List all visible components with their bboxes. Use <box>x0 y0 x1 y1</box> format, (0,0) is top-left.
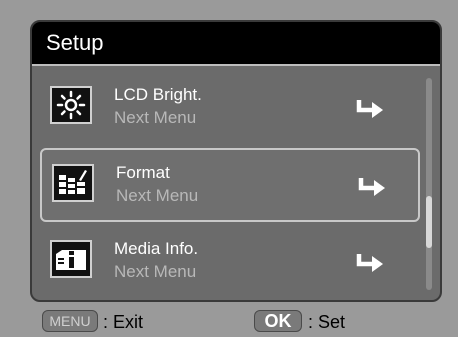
scrollbar-thumb[interactable] <box>426 196 432 248</box>
brightness-icon <box>50 86 92 124</box>
menu-key-badge: MENU <box>42 310 98 332</box>
scrollbar[interactable] <box>426 78 432 290</box>
menu-item-format[interactable]: Format Next Menu <box>40 148 420 222</box>
menu-item-sublabel: Next Menu <box>114 262 197 281</box>
menu-item-sublabel: Next Menu <box>114 108 197 127</box>
next-arrow-icon <box>358 176 388 203</box>
page-title: Setup <box>46 30 104 55</box>
camera-screen: Setup LCD Bright. Next Menu Format Next … <box>0 0 458 337</box>
media-info-icon <box>50 240 92 278</box>
menu-item-label: LCD Bright. <box>114 85 202 104</box>
next-arrow-icon <box>356 98 386 125</box>
title-bar: Setup <box>32 22 440 66</box>
format-icon <box>52 164 94 202</box>
menu-item-label: Media Info. <box>114 239 199 258</box>
setup-menu-panel: Setup LCD Bright. Next Menu Format Next … <box>30 20 442 302</box>
next-arrow-icon <box>356 252 386 279</box>
ok-key-badge: OK <box>254 310 302 332</box>
set-hint: : Set <box>308 312 346 332</box>
exit-hint: : Exit <box>103 312 144 332</box>
menu-item-lcd-bright[interactable]: LCD Bright. Next Menu <box>40 72 420 146</box>
menu-item-label: Format <box>116 163 170 182</box>
menu-item-media-info[interactable]: Media Info. Next Menu <box>40 226 420 300</box>
menu-item-sublabel: Next Menu <box>116 186 199 205</box>
footer-hints: MENU : Exit OK : Set <box>0 306 458 337</box>
